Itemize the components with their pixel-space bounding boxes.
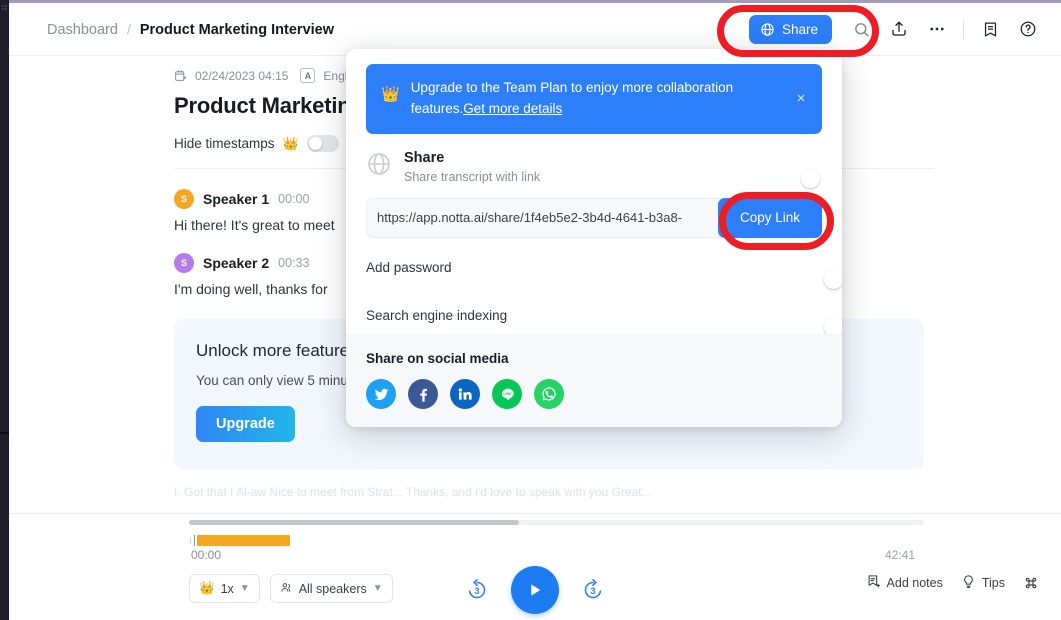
- share-button-label: Share: [782, 22, 818, 37]
- play-button[interactable]: [511, 566, 559, 614]
- tips-button[interactable]: Tips: [961, 574, 1005, 592]
- add-password-label: Add password: [366, 260, 452, 275]
- tips-label: Tips: [982, 576, 1005, 590]
- hide-timestamps-label: Hide timestamps: [174, 136, 275, 151]
- add-note-icon: [866, 574, 881, 592]
- transcript-scrollbar-track: [189, 520, 924, 525]
- avatar: S: [174, 189, 194, 209]
- rewind-seconds: 3: [474, 586, 479, 596]
- audio-player-bar: 00:00 42:41 👑 1x ▼ All speakers ▼: [9, 514, 1061, 620]
- help-icon[interactable]: [1009, 10, 1047, 48]
- share-social-title: Share on social media: [366, 351, 822, 366]
- export-icon[interactable]: [880, 10, 918, 48]
- window-dots-icon: [1, 4, 8, 11]
- share-modal: 👑 Upgrade to the Team Plan to enjoy more…: [346, 49, 842, 427]
- breadcrumb-dashboard[interactable]: Dashboard: [47, 22, 118, 38]
- twitter-icon[interactable]: [366, 379, 396, 409]
- facebook-icon[interactable]: [408, 379, 438, 409]
- add-notes-button[interactable]: Add notes: [866, 574, 943, 592]
- close-icon[interactable]: ×: [792, 90, 810, 108]
- breadcrumb-separator: /: [127, 21, 131, 37]
- search-engine-indexing-row: Search engine indexing: [346, 298, 842, 334]
- upgrade-button[interactable]: Upgrade: [196, 406, 295, 442]
- crown-icon: 👑: [381, 87, 400, 104]
- app-window: Dashboard / Product Marketing Interview …: [0, 0, 1061, 620]
- upgrade-banner: 👑 Upgrade to the Team Plan to enjoy more…: [366, 64, 822, 134]
- document-language: Engl: [323, 69, 347, 83]
- copy-link-button[interactable]: Copy Link: [718, 198, 822, 238]
- speaker-timestamp[interactable]: 00:00: [278, 192, 309, 206]
- globe-icon: [760, 22, 775, 37]
- document-date: 02/24/2023 04:15: [195, 69, 288, 83]
- command-icon[interactable]: [1023, 575, 1039, 591]
- breadcrumb-current: Product Marketing Interview: [140, 22, 334, 38]
- rewind-icon[interactable]: 3: [465, 578, 489, 602]
- share-section-title: Share: [404, 150, 540, 166]
- hide-timestamps-toggle[interactable]: [307, 135, 339, 152]
- upgrade-banner-message: Upgrade to the Team Plan to enjoy more c…: [411, 80, 733, 116]
- player-controls: 👑 1x ▼ All speakers ▼: [9, 572, 1061, 620]
- line-icon[interactable]: LINE: [492, 379, 522, 409]
- os-left-strip-seam: [0, 432, 9, 434]
- header-actions: Share: [749, 10, 1061, 48]
- share-link-input[interactable]: https://app.notta.ai/share/1f4eb5e2-3b4d…: [366, 198, 722, 238]
- search-icon[interactable]: [842, 10, 880, 48]
- get-more-details-link[interactable]: Get more details: [463, 101, 562, 116]
- share-social-icons: LINE: [366, 379, 822, 409]
- linkedin-icon[interactable]: [450, 379, 480, 409]
- add-password-row: Add password: [346, 250, 842, 286]
- avatar: S: [174, 253, 194, 273]
- share-section-subtitle: Share transcript with link: [404, 170, 540, 184]
- share-button[interactable]: Share: [749, 15, 832, 44]
- waveform-played-region: [197, 535, 290, 546]
- add-notes-label: Add notes: [887, 576, 943, 590]
- breadcrumb: Dashboard / Product Marketing Interview: [47, 21, 334, 38]
- upgrade-banner-text: Upgrade to the Team Plan to enjoy more c…: [411, 78, 781, 120]
- language-badge: A: [300, 68, 315, 83]
- share-link-row: https://app.notta.ai/share/1f4eb5e2-3b4d…: [346, 184, 842, 238]
- share-social-section: Share on social media LINE: [346, 334, 842, 427]
- transcript-scrollbar-thumb[interactable]: [189, 520, 519, 525]
- speaker-name[interactable]: Speaker 1: [203, 191, 269, 207]
- header-divider: [963, 20, 964, 39]
- notes-icon[interactable]: [971, 10, 1009, 48]
- os-left-strip: [0, 0, 9, 620]
- whatsapp-icon[interactable]: [534, 379, 564, 409]
- svg-text:LINE: LINE: [503, 391, 512, 395]
- calendar-icon: [174, 69, 187, 82]
- tips-icon: [961, 574, 976, 592]
- share-toggle-row: Share Share transcript with link: [346, 134, 842, 184]
- player-total-time: 42:41: [885, 548, 915, 562]
- globe-icon: [366, 151, 392, 182]
- search-engine-indexing-label: Search engine indexing: [366, 308, 507, 323]
- player-right-controls: Add notes Tips: [866, 574, 1039, 592]
- speaker-timestamp[interactable]: 00:33: [278, 256, 309, 270]
- clipped-transcript-text: I. Got that I Al-aw Nice to meet from St…: [174, 485, 934, 499]
- more-icon[interactable]: [918, 10, 956, 48]
- crown-icon: 👑: [283, 136, 299, 152]
- player-current-time: 00:00: [191, 548, 221, 562]
- forward-icon[interactable]: 3: [581, 578, 605, 602]
- speaker-name[interactable]: Speaker 2: [203, 255, 269, 271]
- waveform-progress[interactable]: [189, 534, 924, 546]
- forward-seconds: 3: [590, 586, 595, 596]
